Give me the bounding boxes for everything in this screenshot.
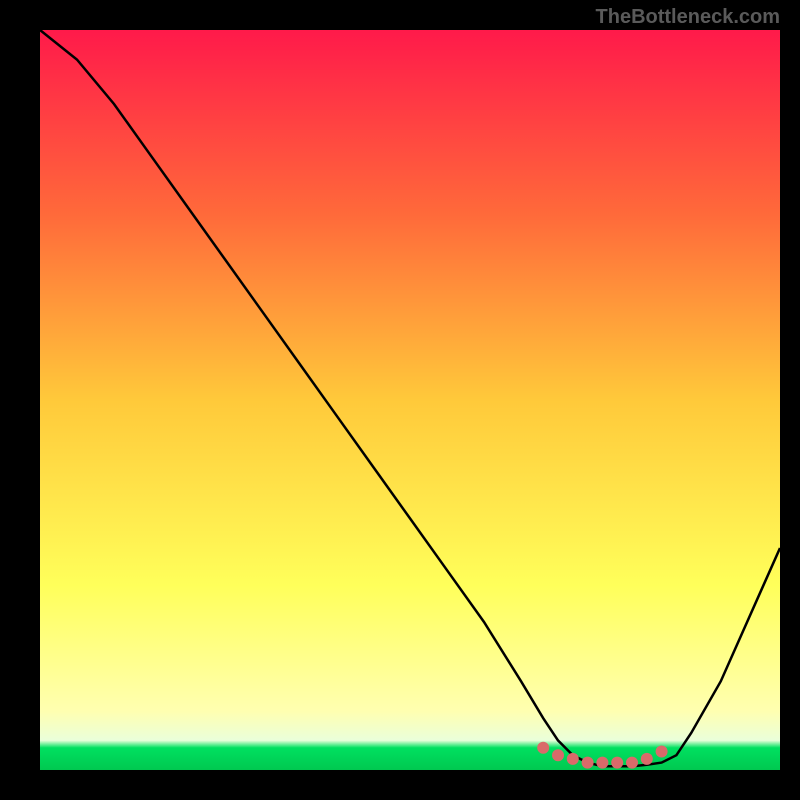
bottleneck-curve: [40, 30, 780, 766]
sweet-spot-marker: [611, 757, 623, 769]
sweet-spot-marker: [552, 749, 564, 761]
sweet-spot-marker: [537, 742, 549, 754]
watermark-text: TheBottleneck.com: [596, 6, 780, 29]
chart-plot-area: [40, 30, 780, 770]
sweet-spot-marker: [567, 753, 579, 765]
sweet-spot-marker: [641, 753, 653, 765]
sweet-spot-marker: [656, 746, 668, 758]
sweet-spot-marker: [582, 757, 594, 769]
sweet-spot-marker: [596, 757, 608, 769]
sweet-spot-marker: [626, 757, 638, 769]
chart-curve-layer: [40, 30, 780, 770]
